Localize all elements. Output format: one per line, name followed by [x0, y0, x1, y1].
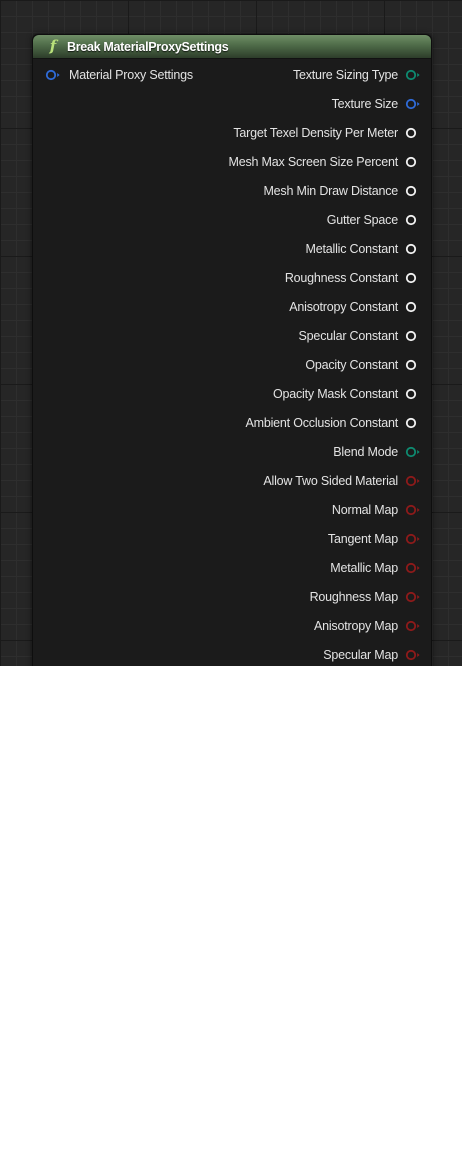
pin-label: Specular Map — [323, 648, 398, 662]
bool-pin-icon[interactable] — [405, 649, 421, 661]
node-title: Break MaterialProxySettings — [67, 39, 229, 54]
output-pin-allow-two-sided-material[interactable]: Allow Two Sided Material — [263, 471, 421, 491]
pin-label: Blend Mode — [333, 445, 398, 459]
output-pin-tangent-map[interactable]: Tangent Map — [328, 529, 421, 549]
bool-pin-icon[interactable] — [405, 475, 421, 487]
output-pin-opacity-mask-constant[interactable]: Opacity Mask Constant — [273, 384, 421, 404]
pin-label: Opacity Mask Constant — [272, 387, 398, 401]
float-pin-icon[interactable] — [405, 272, 421, 284]
pin-label: Texture Sizing Type — [292, 68, 398, 82]
pin-label: Texture Size — [331, 97, 399, 111]
pin-label: Anisotropy Constant — [289, 300, 398, 314]
float-pin-icon[interactable] — [405, 156, 421, 168]
struct-pin-icon[interactable] — [45, 69, 61, 81]
output-pin-ambient-occlusion-constant[interactable]: Ambient Occlusion Constant — [245, 413, 421, 433]
float-pin-icon[interactable] — [405, 359, 421, 371]
pin-label: Ambient Occlusion Constant — [245, 416, 398, 430]
output-pin-mesh-min-draw-distance[interactable]: Mesh Min Draw Distance — [263, 181, 421, 201]
break-struct-node[interactable]: f Break MaterialProxySettings Material P… — [32, 34, 432, 666]
output-pin-mesh-max-screen-size-percent[interactable]: Mesh Max Screen Size Percent — [229, 152, 421, 172]
output-pin-texture-sizing-type[interactable]: Texture Sizing Type — [293, 65, 421, 85]
pin-label: Metallic Map — [330, 561, 398, 575]
pin-label: Gutter Space — [326, 213, 398, 227]
float-pin-icon[interactable] — [405, 185, 421, 197]
float-pin-icon[interactable] — [405, 214, 421, 226]
pin-label: Target Texel Density Per Meter — [233, 126, 398, 140]
pin-label: Material Proxy Settings — [69, 68, 193, 82]
output-pin-roughness-constant[interactable]: Roughness Constant — [285, 268, 421, 288]
output-pin-anisotropy-constant[interactable]: Anisotropy Constant — [289, 297, 421, 317]
input-pin-material-proxy-settings[interactable]: Material Proxy Settings — [45, 65, 193, 85]
output-pin-specular-constant[interactable]: Specular Constant — [299, 326, 421, 346]
float-pin-icon[interactable] — [405, 127, 421, 139]
pin-label: Mesh Min Draw Distance — [263, 184, 398, 198]
output-pin-specular-map[interactable]: Specular Map — [323, 645, 421, 665]
pin-label: Specular Constant — [298, 329, 399, 343]
output-pin-normal-map[interactable]: Normal Map — [332, 500, 421, 520]
bool-pin-icon[interactable] — [405, 504, 421, 516]
float-pin-icon[interactable] — [405, 417, 421, 429]
pin-label: Allow Two Sided Material — [263, 474, 398, 488]
output-pin-anisotropy-map[interactable]: Anisotropy Map — [314, 616, 421, 636]
output-pin-metallic-map[interactable]: Metallic Map — [330, 558, 421, 578]
bool-pin-icon[interactable] — [405, 562, 421, 574]
bool-pin-icon[interactable] — [405, 533, 421, 545]
function-icon: f — [49, 37, 57, 55]
output-pin-metallic-constant[interactable]: Metallic Constant — [306, 239, 421, 259]
enum-pin-icon[interactable] — [405, 446, 421, 458]
pin-label: Roughness Constant — [284, 271, 398, 285]
pin-label: Tangent Map — [327, 532, 398, 546]
float-pin-icon[interactable] — [405, 330, 421, 342]
node-header[interactable]: f Break MaterialProxySettings — [33, 35, 431, 59]
float-pin-icon[interactable] — [405, 243, 421, 255]
blueprint-graph-canvas[interactable]: f Break MaterialProxySettings Material P… — [0, 0, 462, 666]
bool-pin-icon[interactable] — [405, 591, 421, 603]
struct-pin-icon[interactable] — [405, 98, 421, 110]
float-pin-icon[interactable] — [405, 301, 421, 313]
output-pin-roughness-map[interactable]: Roughness Map — [310, 587, 421, 607]
pin-label: Metallic Constant — [305, 242, 399, 256]
pin-label: Opacity Constant — [305, 358, 398, 372]
float-pin-icon[interactable] — [405, 388, 421, 400]
pin-label: Normal Map — [331, 503, 398, 517]
enum-pin-icon[interactable] — [405, 69, 421, 81]
bool-pin-icon[interactable] — [405, 620, 421, 632]
output-pin-blend-mode[interactable]: Blend Mode — [333, 442, 421, 462]
output-pin-target-texel-density-per-meter[interactable]: Target Texel Density Per Meter — [233, 123, 421, 143]
output-pin-opacity-constant[interactable]: Opacity Constant — [305, 355, 421, 375]
output-pin-texture-size[interactable]: Texture Size — [332, 94, 421, 114]
pin-label: Roughness Map — [309, 590, 399, 604]
pin-label: Anisotropy Map — [313, 619, 398, 633]
pin-label: Mesh Max Screen Size Percent — [228, 155, 399, 169]
output-pin-gutter-space[interactable]: Gutter Space — [327, 210, 421, 230]
